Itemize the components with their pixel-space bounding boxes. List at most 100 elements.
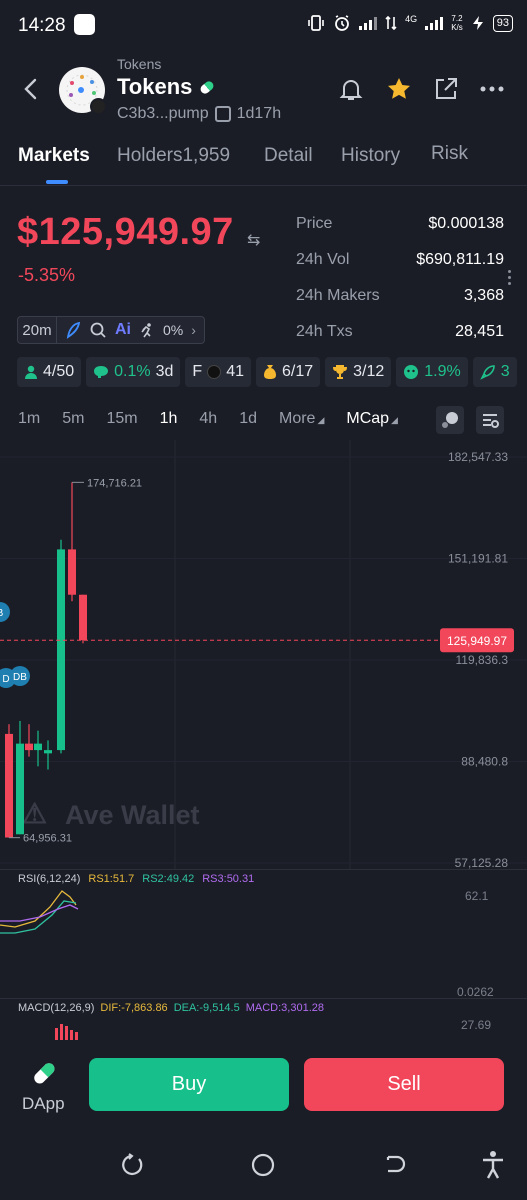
solana-badge-icon (90, 98, 107, 115)
y-tick-label: 182,547.33 (448, 450, 508, 464)
more-icon[interactable] (479, 76, 505, 102)
money-bag-badge[interactable]: 6/17 (255, 357, 321, 387)
badge-row: 4/50 0.1% 3d F 41 6/17 3/12 1.9% 3 (17, 357, 517, 387)
status-icons: 4G 7.2 K/s 93 (307, 14, 513, 32)
macd-legend: MACD(12,26,9) DIF:-7,863.86 DEA:-9,514.5… (18, 1002, 324, 1014)
tf-1d[interactable]: 1d (239, 410, 257, 428)
dapp-label[interactable]: DApp (22, 1094, 65, 1114)
low-label: 64,956.31 (23, 833, 72, 845)
mcap-toggle[interactable]: MCap ◢ (346, 410, 398, 428)
market-cap-price: $125,949.97 (17, 211, 234, 253)
candle-body (16, 743, 24, 835)
sniper-badge[interactable]: 1.9% (396, 357, 468, 387)
tab-markets[interactable]: Markets (18, 145, 90, 167)
tf-15m[interactable]: 15m (106, 410, 137, 428)
back-arrow-icon[interactable] (20, 76, 42, 102)
trade-marker-label: DB (13, 672, 27, 683)
signal-icon (359, 16, 378, 30)
interval-chip[interactable]: 20m (17, 316, 57, 344)
header-actions (337, 75, 505, 103)
bolt-icon (472, 16, 483, 30)
chart-settings-button[interactable] (476, 406, 504, 434)
chevron-right-icon: › (191, 322, 196, 338)
battery-indicator: 93 (492, 14, 513, 32)
bell-icon[interactable] (337, 75, 365, 103)
tf-1m[interactable]: 1m (18, 410, 40, 428)
candle-body (34, 743, 42, 751)
top-holders-badge[interactable]: 0.1% 3d (86, 357, 181, 387)
tool-chip[interactable]: Ai 0% › (57, 316, 205, 344)
vibrate-icon (308, 15, 324, 31)
tab-risk[interactable]: Risk (431, 143, 468, 165)
money-bag-icon (263, 365, 276, 379)
accessibility-icon[interactable] (480, 1150, 506, 1180)
star-icon[interactable] (385, 75, 413, 103)
trade-marker-label: B (0, 608, 4, 619)
network-type: 4G (405, 13, 418, 24)
feather-icon (66, 321, 81, 339)
timeframe-bar: 1m 5m 15m 1h 4h 1d More ◢ MCap ◢ (18, 410, 420, 428)
macd-divider (0, 998, 527, 999)
buy-button[interactable]: Buy (89, 1058, 289, 1111)
home-icon[interactable] (250, 1152, 276, 1178)
user-icon (25, 365, 37, 379)
trophy-badge[interactable]: 3/12 (325, 357, 392, 387)
tf-1h[interactable]: 1h (160, 410, 178, 428)
stats-panel: Price $0.000138 24h Vol $690,811.19 24h Ma… (296, 215, 504, 359)
back-nav-icon[interactable] (382, 1152, 408, 1178)
share-icon[interactable] (433, 76, 459, 102)
rsi-legend: RSI(6,12,24) RS1:51.7 RS2:49.42 RS3:50.3… (18, 873, 255, 885)
tab-holders[interactable]: Holders1,959 (117, 145, 230, 167)
stat-row: 24h Vol $690,811.19 (296, 251, 504, 268)
current-price-label: 125,949.97 (447, 634, 507, 648)
solana-icon (207, 365, 222, 379)
status-time: 14:28 (18, 15, 66, 36)
token-avatar (59, 67, 107, 115)
holders-badge[interactable]: 4/50 (17, 357, 82, 387)
candlestick-chart[interactable]: ⚠ Ave Wallet 182,547.33 151,191.81 119,836… (0, 440, 527, 870)
search-icon (90, 322, 106, 338)
tool-chip-row: 20m Ai 0% › (17, 316, 205, 344)
recents-icon[interactable] (119, 1152, 145, 1178)
candle-body (79, 594, 87, 641)
tab-detail[interactable]: Detail (264, 145, 313, 167)
ai-icon: Ai (115, 321, 131, 338)
system-nav-bar (0, 1132, 527, 1200)
dapp-icon[interactable] (29, 1058, 59, 1088)
extra-badge[interactable]: 3 (472, 357, 517, 387)
tf-4h[interactable]: 4h (199, 410, 217, 428)
trade-markers: B D DB (0, 602, 30, 688)
trophy-icon (333, 365, 348, 379)
y-tick-label: 151,191.81 (448, 552, 508, 566)
tf-5m[interactable]: 5m (62, 410, 84, 428)
swap-icon[interactable]: ⇆ (247, 230, 260, 250)
whale-icon (94, 366, 109, 378)
copy-icon[interactable] (214, 106, 231, 122)
fresh-wallets-badge[interactable]: F 41 (185, 357, 251, 387)
watermark-icon: ⚠ (22, 798, 47, 829)
settings-icon (483, 414, 499, 428)
candles: 174,716.21 64,956.31 (5, 477, 142, 845)
pill-icon (199, 79, 216, 95)
rsi-top-label: 62.1 (465, 889, 489, 903)
stat-row: Price $0.000138 (296, 215, 504, 232)
indicator-tool-button[interactable] (436, 406, 464, 434)
data-arrows-icon (385, 15, 397, 31)
stat-row: 24h Txs 28,451 (296, 323, 504, 340)
tab-bar: Markets Holders1,959 Detail History Risk (0, 140, 527, 186)
token-label: Tokens (117, 56, 162, 72)
tab-history[interactable]: History (341, 145, 400, 167)
tab-underline (46, 180, 68, 184)
price-change: -5.35% (18, 265, 76, 285)
tf-more[interactable]: More ◢ (279, 410, 324, 428)
high-label: 174,716.21 (87, 477, 142, 489)
stats-more-icon[interactable] (508, 270, 512, 286)
token-age: 1d17h (236, 105, 282, 122)
candle-body (68, 549, 76, 595)
rsi-divider (0, 869, 527, 870)
macd-top-label: 27.69 (461, 1018, 492, 1032)
candle-body (5, 733, 13, 838)
y-tick-label: 119,836.3 (456, 653, 509, 667)
sell-button[interactable]: Sell (304, 1058, 504, 1111)
y-tick-label: 57,125.28 (455, 856, 509, 870)
